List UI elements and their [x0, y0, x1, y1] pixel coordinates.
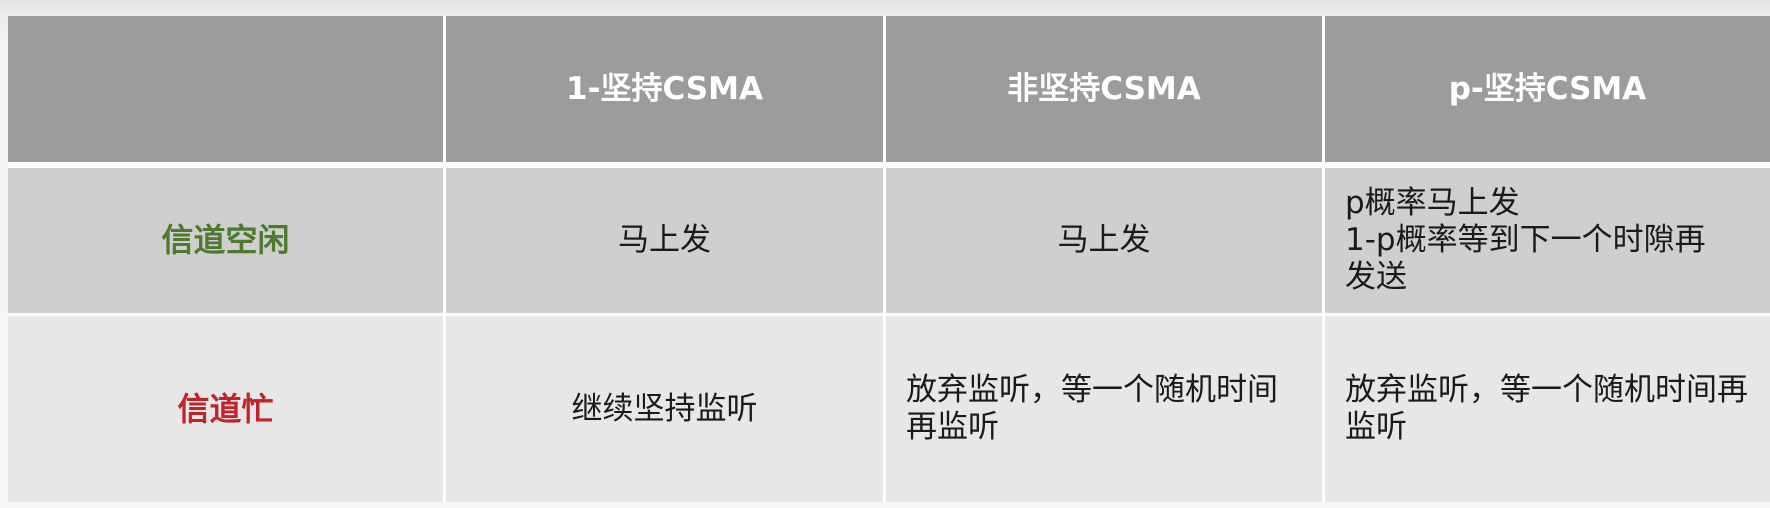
- cell-idle-1-persistent: 马上发: [446, 168, 886, 316]
- csma-comparison-table: 1-坚持CSMA 非坚持CSMA p-坚持CSMA 信道空闲 马上发 马上发 p…: [8, 16, 1770, 504]
- header-1-persistent-csma: 1-坚持CSMA: [446, 16, 886, 162]
- header-non-persistent-csma: 非坚持CSMA: [886, 16, 1325, 162]
- cell-busy-p-persistent: 放弃监听，等一个随机时间再监听: [1325, 316, 1770, 502]
- cell-busy-non-persistent-text: 放弃监听，等一个随机时间再监听: [906, 372, 1278, 445]
- cell-busy-non-persistent: 放弃监听，等一个随机时间再监听: [886, 316, 1325, 502]
- cell-idle-p-persistent-line-2: 1-p概率等到下一个时隙再: [1345, 222, 1706, 258]
- row-label-channel-idle: 信道空闲: [8, 168, 446, 316]
- cell-idle-non-persistent: 马上发: [886, 168, 1325, 316]
- cell-busy-p-persistent-text: 放弃监听，等一个随机时间再监听: [1345, 372, 1748, 445]
- slide-page: 1-坚持CSMA 非坚持CSMA p-坚持CSMA 信道空闲 马上发 马上发 p…: [0, 0, 1770, 508]
- cell-busy-1-persistent: 继续坚持监听: [446, 316, 886, 502]
- header-corner-cell: [8, 16, 446, 162]
- cell-idle-p-persistent: p概率马上发 1-p概率等到下一个时隙再 发送: [1325, 168, 1770, 316]
- cell-idle-p-persistent-line-3: 发送: [1345, 259, 1407, 295]
- row-label-channel-busy: 信道忙: [8, 316, 446, 502]
- header-p-persistent-csma: p-坚持CSMA: [1325, 16, 1770, 162]
- cell-idle-p-persistent-line-1: p概率马上发: [1345, 185, 1520, 221]
